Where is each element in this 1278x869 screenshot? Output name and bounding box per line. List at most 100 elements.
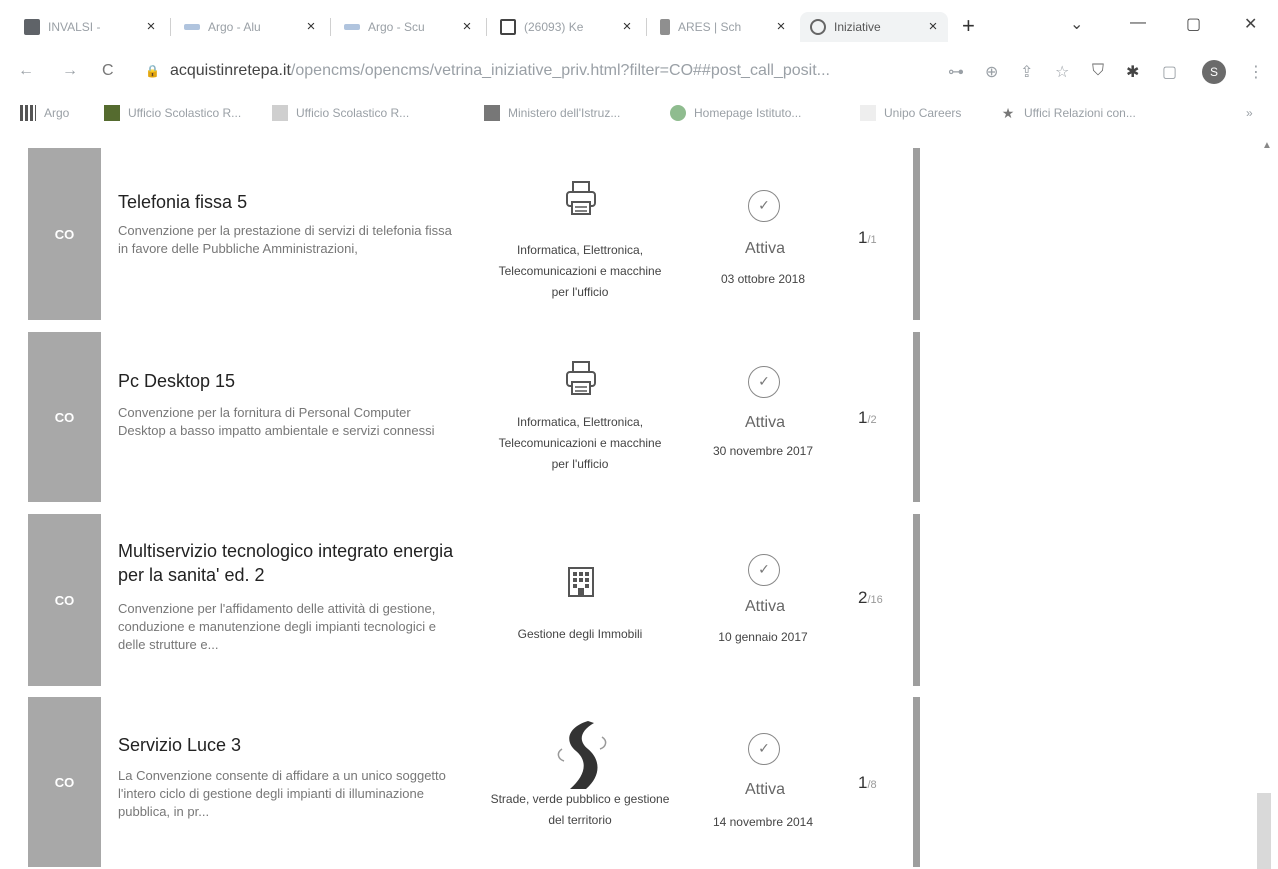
lots-total: /16 xyxy=(867,594,883,606)
key-icon[interactable]: ⊶ xyxy=(948,62,964,82)
initiative-card[interactable]: CO Pc Desktop 15 Convenzione per la forn… xyxy=(28,332,920,502)
type-badge: CO xyxy=(28,697,101,867)
category-label: Informatica, Elettronica, Telecomunicazi… xyxy=(498,243,662,299)
check-circle-icon: ✓ xyxy=(748,733,780,765)
close-window-button[interactable]: ✕ xyxy=(1244,14,1257,34)
ares-favicon-icon xyxy=(660,19,670,35)
bookmark-star-icon[interactable]: ☆ xyxy=(1055,62,1069,82)
lots-count: 1/8 xyxy=(858,773,898,793)
new-tab-button[interactable]: + xyxy=(962,15,975,37)
initiative-card[interactable]: CO Multiservizio tecnologico integrato e… xyxy=(28,514,920,686)
initiative-title[interactable]: Pc Desktop 15 xyxy=(118,369,478,393)
menu-kebab-icon[interactable]: ⋮ xyxy=(1248,62,1264,82)
browser-toolbar: ← → C 🔒 acquistinretepa.it/opencms/opencm… xyxy=(0,56,1278,92)
bookmark-emblem-icon xyxy=(272,105,288,121)
bookmark-school-icon xyxy=(670,105,686,121)
scrollbar-thumb[interactable] xyxy=(1257,793,1271,869)
road-icon xyxy=(550,719,614,796)
status-label: Attiva xyxy=(744,240,785,257)
initiative-title[interactable]: Multiservizio tecnologico integrato ener… xyxy=(118,539,478,587)
tab-separator xyxy=(170,18,171,36)
tab-separator xyxy=(646,18,647,36)
bookmark-argo[interactable]: Argo xyxy=(20,105,69,121)
bookmark-unipo-icon xyxy=(860,105,876,121)
tab-strip: INVALSI - × Argo - Alu × Argo - Scu × (2… xyxy=(0,0,1278,50)
close-tab-icon[interactable]: × xyxy=(772,18,790,36)
profile-avatar[interactable]: S xyxy=(1202,60,1226,84)
initiative-card[interactable]: CO Servizio Luce 3 La Convenzione consen… xyxy=(28,697,920,867)
tab-separator xyxy=(330,18,331,36)
zoom-icon[interactable]: ⊕ xyxy=(985,62,998,82)
status-label: Attiva xyxy=(744,598,785,615)
category-label: Gestione degli Immobili xyxy=(517,627,643,641)
side-panel-icon[interactable]: ▢ xyxy=(1162,62,1177,82)
globe-favicon-icon xyxy=(810,19,826,35)
type-badge: CO xyxy=(28,148,101,320)
lots-count: 2/16 xyxy=(858,588,898,608)
bookmark-star-icon: ★ xyxy=(1001,105,1015,121)
scroll-up-arrow-icon[interactable]: ▲ xyxy=(1262,140,1272,151)
tab-label: INVALSI - xyxy=(48,20,101,34)
category-label: Strade, verde pubblico e gestione del te… xyxy=(490,792,670,827)
share-icon[interactable]: ⇪ xyxy=(1020,62,1033,82)
bookmark-label: Uffici Relazioni con... xyxy=(1024,106,1136,120)
extensions-icon[interactable]: ✱ xyxy=(1126,62,1139,82)
close-tab-icon[interactable]: × xyxy=(924,18,942,36)
initiative-description: La Convenzione consente di affidare a un… xyxy=(118,768,446,819)
tab-label: Argo - Alu xyxy=(208,20,261,34)
shield-extension-icon[interactable]: ⛉ xyxy=(1092,62,1104,80)
bookmark-usr-1[interactable]: Ufficio Scolastico R... xyxy=(104,105,241,121)
bookmark-homepage[interactable]: Homepage Istituto... xyxy=(670,105,801,121)
activation-date: 30 novembre 2017 xyxy=(712,444,814,458)
activation-date: 03 ottobre 2018 xyxy=(720,272,806,286)
argo-favicon-icon xyxy=(344,24,360,30)
url-domain: acquistinretepa.it xyxy=(169,62,291,79)
bookmark-urp[interactable]: ★ Uffici Relazioni con... xyxy=(1000,105,1136,121)
tab-iniziative[interactable]: Iniziative × xyxy=(800,12,948,42)
bookmarks-overflow-icon[interactable]: » xyxy=(1246,106,1253,120)
check-circle-icon: ✓ xyxy=(748,554,780,586)
close-tab-icon[interactable]: × xyxy=(142,18,160,36)
lots-count: 1/2 xyxy=(858,408,898,428)
initiative-title[interactable]: Telefonia fissa 5 xyxy=(118,190,478,214)
bookmark-ministero[interactable]: Ministero dell'Istruz... xyxy=(484,105,620,121)
initiative-card[interactable]: CO Telefonia fissa 5 Convenzione per la … xyxy=(28,148,920,320)
forward-button[interactable]: → xyxy=(62,62,78,80)
invalsi-favicon-icon xyxy=(24,19,40,35)
lock-icon[interactable]: 🔒 xyxy=(145,64,160,78)
category-label: Informatica, Elettronica, Telecomunicazi… xyxy=(498,415,662,471)
tab-invalsi[interactable]: INVALSI - × xyxy=(14,12,166,42)
bookmarks-bar: Argo Ufficio Scolastico R... Ufficio Sco… xyxy=(0,101,1278,129)
address-bar[interactable]: 🔒 acquistinretepa.it/opencms/opencms/vetr… xyxy=(145,62,935,86)
bookmark-ministry-icon xyxy=(484,105,500,121)
lots-total: /1 xyxy=(867,234,877,246)
type-badge: CO xyxy=(28,332,101,502)
maximize-button[interactable]: ▢ xyxy=(1186,14,1201,34)
bookmark-usr-2[interactable]: Ufficio Scolastico R... xyxy=(272,105,409,121)
minimize-button[interactable]: — xyxy=(1130,14,1146,32)
lots-count: 1/1 xyxy=(858,228,898,248)
tab-search-icon[interactable]: ⌄ xyxy=(1070,14,1083,34)
bookmark-label: Ufficio Scolastico R... xyxy=(296,106,410,120)
tab-label: Argo - Scu xyxy=(368,20,425,34)
close-tab-icon[interactable]: × xyxy=(458,18,476,36)
bookmark-unipo[interactable]: Unipo Careers xyxy=(860,105,961,121)
initiative-description: Convenzione per la prestazione di serviz… xyxy=(118,223,452,256)
bookmark-emblem-icon xyxy=(104,105,120,121)
reload-button[interactable]: C xyxy=(102,62,114,80)
printer-icon xyxy=(563,178,599,223)
tab-argo-alunni[interactable]: Argo - Alu × xyxy=(174,12,326,42)
initiative-title[interactable]: Servizio Luce 3 xyxy=(118,733,478,757)
back-button[interactable]: ← xyxy=(18,62,34,80)
initiatives-list: CO Telefonia fissa 5 Convenzione per la … xyxy=(0,140,1278,869)
tab-ares[interactable]: ARES | Sch × xyxy=(650,12,796,42)
close-tab-icon[interactable]: × xyxy=(302,18,320,36)
lots-total: /2 xyxy=(867,414,877,426)
mail-favicon-icon xyxy=(500,19,516,35)
tab-mail[interactable]: (26093) Ke × xyxy=(490,12,642,42)
printer-icon xyxy=(563,358,599,403)
tab-argo-scuola[interactable]: Argo - Scu × xyxy=(334,12,482,42)
activation-date: 14 novembre 2014 xyxy=(712,815,814,829)
bookmark-label: Argo xyxy=(44,106,70,120)
close-tab-icon[interactable]: × xyxy=(618,18,636,36)
